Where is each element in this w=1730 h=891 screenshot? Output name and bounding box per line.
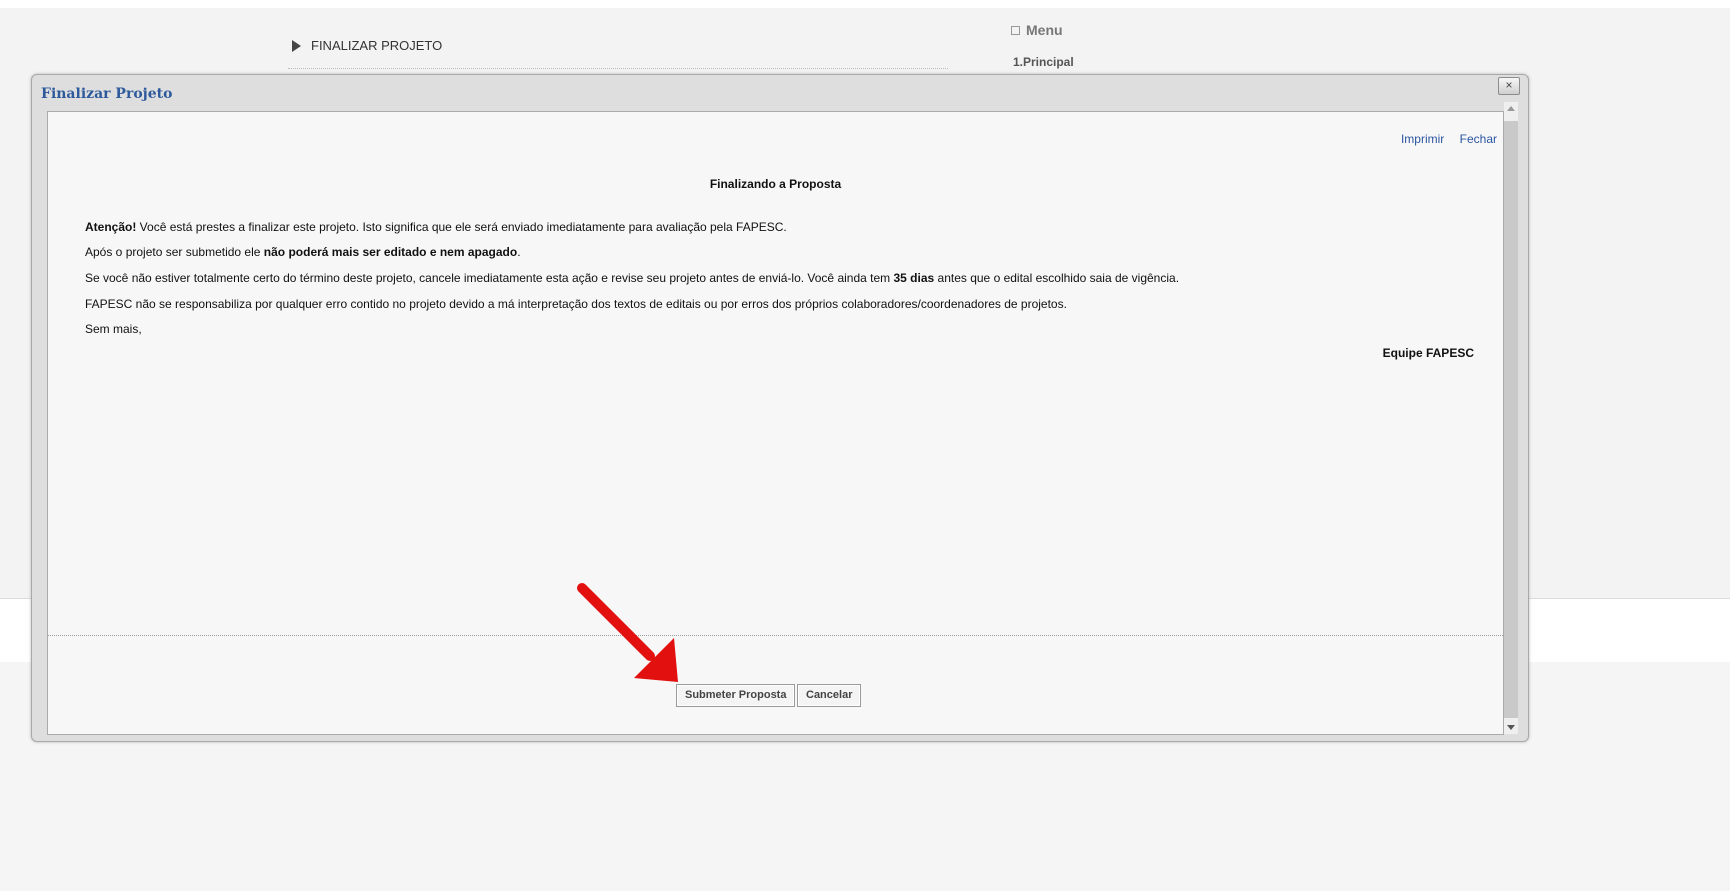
print-link[interactable]: Imprimir: [1401, 132, 1444, 146]
scroll-thumb[interactable]: [1504, 121, 1518, 718]
menu-title-label: Menu: [1026, 22, 1063, 38]
heading-divider: [288, 68, 948, 69]
menu-item-principal[interactable]: 1.Principal: [1013, 55, 1074, 69]
page-heading: FINALIZAR PROJETO: [292, 38, 442, 53]
dialog-title: Finalizar Projeto: [41, 86, 173, 102]
attention-text: Você está prestes a finalizar este proje…: [136, 220, 787, 234]
cancel-button[interactable]: Cancelar: [797, 684, 862, 707]
menu-title: Menu: [1011, 22, 1063, 38]
paragraph-disclaimer: FAPESC não se responsabiliza por qualque…: [85, 297, 1067, 311]
paragraph-closing: Sem mais,: [85, 322, 142, 336]
dialog-links: Imprimir Fechar: [1389, 132, 1497, 146]
submit-proposal-button[interactable]: Submeter Proposta: [676, 684, 796, 707]
no-edit-bold: não poderá mais ser editado e nem apagad…: [263, 245, 518, 259]
deadline-days: 35 dias: [893, 271, 935, 285]
close-link[interactable]: Fechar: [1460, 132, 1497, 146]
finalize-dialog: Finalizar Projeto × Imprimir Fechar Fina…: [31, 74, 1529, 742]
scroll-down-icon[interactable]: [1507, 725, 1515, 730]
signature: Equipe FAPESC: [1382, 346, 1474, 360]
dialog-content: Imprimir Fechar Finalizando a Proposta A…: [47, 111, 1504, 735]
attention-label: Atenção!: [85, 220, 137, 234]
menu-square-icon: [1011, 25, 1020, 35]
page-heading-label: FINALIZAR PROJETO: [311, 38, 443, 53]
paragraph-attention: Atenção! Você está prestes a finalizar e…: [85, 220, 787, 234]
close-icon[interactable]: ×: [1498, 77, 1520, 95]
chevron-right-icon: [292, 39, 301, 52]
document-title: Finalizando a Proposta: [709, 177, 842, 191]
paragraph-no-edit: Após o projeto ser submetido ele não pod…: [85, 245, 521, 259]
content-divider: [48, 635, 1503, 636]
scroll-up-icon[interactable]: [1507, 106, 1515, 111]
no-edit-text: Após o projeto ser submetido ele: [85, 245, 264, 259]
vertical-scrollbar[interactable]: [1504, 102, 1518, 734]
paragraph-deadline: Se você não estiver totalmente certo do …: [85, 271, 1179, 285]
deadline-text: Se você não estiver totalmente certo do …: [85, 271, 894, 285]
no-edit-end: .: [517, 245, 521, 259]
deadline-end: antes que o edital escolhido saia de vig…: [934, 271, 1180, 285]
